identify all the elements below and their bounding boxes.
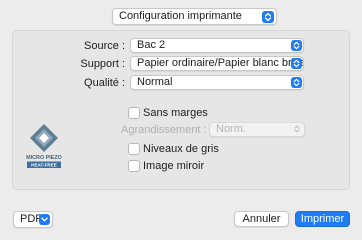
- niveaux-de-gris-checkbox[interactable]: [128, 143, 140, 155]
- updown-chevron-icon: [290, 39, 302, 51]
- support-label: Support :: [80, 58, 125, 70]
- updown-chevron-icon: [262, 10, 274, 23]
- preset-select-value: Configuration imprimante: [119, 10, 242, 22]
- updown-chevron-icon: [292, 124, 302, 134]
- print-dialog: Configuration imprimante Source : Bac 2 …: [0, 0, 362, 240]
- print-button[interactable]: Imprimer: [295, 211, 350, 227]
- updown-chevron-icon: [290, 76, 302, 88]
- agrandissement-label: Agrandissement :: [121, 124, 207, 136]
- preset-select[interactable]: Configuration imprimante: [112, 8, 277, 25]
- logo-line1-text: MICRO PIEZO: [26, 155, 62, 161]
- agrandissement-select[interactable]: Norm.: [209, 122, 305, 137]
- pdf-menu-button[interactable]: PDF: [13, 211, 53, 228]
- niveaux-de-gris-label: Niveaux de gris: [143, 143, 219, 155]
- support-select[interactable]: Papier ordinaire/Papier blanc brillant: [130, 56, 304, 71]
- image-miroir-checkbox[interactable]: [128, 160, 140, 172]
- updown-chevron-icon: [290, 57, 302, 69]
- logo-line2-text: HEAT-FREE: [31, 163, 57, 168]
- support-select-value: Papier ordinaire/Papier blanc brillant: [137, 57, 304, 69]
- micro-piezo-logo: MICRO PIEZO HEAT-FREE: [24, 122, 64, 170]
- qualite-select[interactable]: Normal: [130, 75, 304, 90]
- source-select-value: Bac 2: [137, 39, 166, 51]
- agrandissement-select-value: Norm.: [216, 123, 246, 135]
- qualite-select-value: Normal: [137, 76, 173, 88]
- cancel-button[interactable]: Annuler: [234, 211, 289, 227]
- qualite-label: Qualité :: [84, 77, 125, 89]
- image-miroir-label: Image miroir: [143, 160, 205, 172]
- chevron-down-icon: [39, 214, 50, 225]
- sans-marges-label: Sans marges: [143, 107, 208, 119]
- source-select[interactable]: Bac 2: [130, 38, 304, 53]
- sans-marges-checkbox[interactable]: [128, 107, 140, 119]
- source-label: Source :: [84, 40, 125, 52]
